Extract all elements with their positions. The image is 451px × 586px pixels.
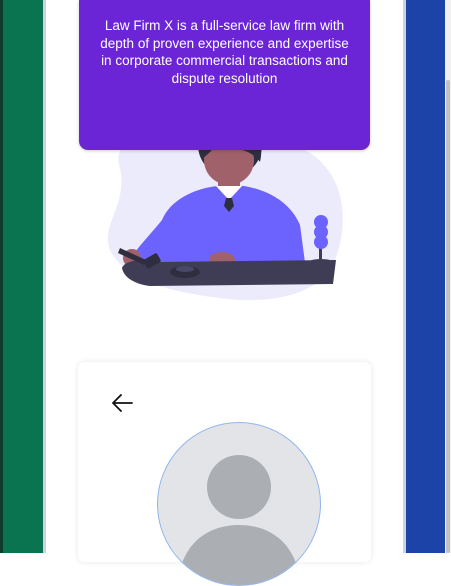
microphone-base bbox=[309, 259, 333, 265]
scrollbar-thumb[interactable] bbox=[446, 80, 450, 553]
avatar[interactable] bbox=[157, 422, 321, 586]
back-button[interactable] bbox=[108, 390, 136, 416]
right-side-panel bbox=[406, 0, 445, 553]
firm-description: Law Firm X is a full-service law firm wi… bbox=[100, 18, 349, 86]
user-silhouette-icon bbox=[177, 455, 301, 585]
microphone-ball-3 bbox=[314, 235, 328, 249]
left-side-panel bbox=[3, 0, 43, 553]
firm-info-card: Law Firm X is a full-service law firm wi… bbox=[79, 0, 370, 150]
arrow-left-icon bbox=[112, 394, 133, 412]
desk-bell-top bbox=[176, 266, 194, 272]
